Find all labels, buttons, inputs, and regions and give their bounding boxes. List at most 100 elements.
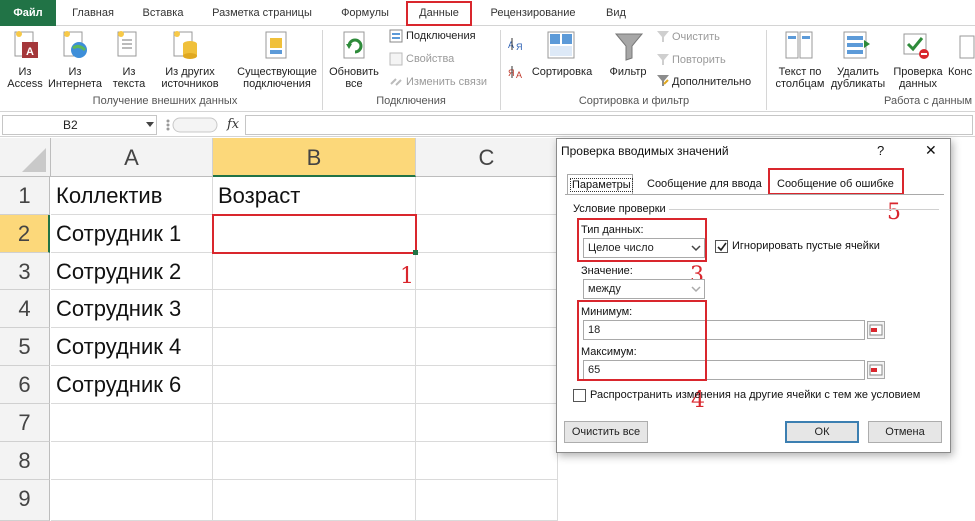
dialog-title: Проверка вводимых значений [561, 144, 729, 158]
cell-a3[interactable]: Сотрудник 2 [51, 253, 213, 290]
group-get-external-data: Получение внешних данных [92, 95, 238, 107]
cell-b6[interactable] [213, 366, 416, 404]
tab-home[interactable]: Главная [58, 0, 128, 26]
range-picker-icon[interactable] [867, 361, 885, 379]
cell-a4[interactable]: Сотрудник 3 [51, 290, 213, 328]
filter-icon[interactable] [614, 32, 644, 65]
text-to-columns-button[interactable]: Текст по столбцам [770, 66, 830, 90]
properties-button[interactable]: Свойства [406, 53, 454, 65]
cell-c4[interactable] [416, 290, 558, 328]
edit-links-button[interactable]: Изменить связи [406, 76, 487, 88]
tab-insert[interactable]: Вставка [130, 0, 196, 26]
group-connections: Подключения [376, 95, 446, 107]
existing-connections-button[interactable]: Существующие подключения [234, 66, 320, 90]
connections-button[interactable]: Подключения [406, 30, 476, 42]
row-header-5[interactable]: 5 [0, 328, 50, 366]
text-file-icon[interactable] [116, 30, 142, 65]
cell-c7[interactable] [416, 404, 558, 442]
tab-parameters[interactable]: Параметры [567, 174, 633, 194]
select-all-corner[interactable] [0, 138, 51, 177]
data-validation-button[interactable]: Проверка данных [888, 66, 948, 90]
cell-c5[interactable] [416, 328, 558, 366]
sort-button[interactable]: Сортировка [526, 66, 598, 78]
cell-a5[interactable]: Сотрудник 4 [51, 328, 213, 366]
column-header-a[interactable]: A [51, 138, 213, 177]
from-web-button[interactable]: Из Интернета [46, 66, 104, 90]
globe-icon[interactable] [62, 30, 90, 65]
tab-page-layout[interactable]: Разметка страницы [200, 0, 324, 26]
cell-c9[interactable] [416, 480, 558, 521]
row-header-6[interactable]: 6 [0, 366, 50, 404]
row-header-3[interactable]: 3 [0, 253, 50, 290]
name-box[interactable]: B2 [2, 115, 157, 135]
tab-file[interactable]: Файл [0, 0, 56, 26]
cell-b4[interactable] [213, 290, 416, 328]
consolidate-icon[interactable] [958, 34, 975, 63]
properties-icon [389, 52, 403, 69]
formula-input[interactable] [245, 115, 973, 135]
chevron-down-icon[interactable] [688, 280, 704, 298]
cell-b8[interactable] [213, 442, 416, 480]
refresh-all-button[interactable]: Обновить все [326, 66, 382, 90]
cell-c3[interactable] [416, 253, 558, 290]
filter-button[interactable]: Фильтр [600, 66, 656, 78]
from-text-button[interactable]: Из текста [106, 66, 152, 90]
cell-b5[interactable] [213, 328, 416, 366]
cell-b1[interactable]: Возраст [213, 177, 416, 215]
tab-view[interactable]: Вид [594, 0, 638, 26]
from-other-sources-button[interactable]: Из других источников [150, 66, 230, 90]
insert-function-icon[interactable]: fx [227, 117, 239, 132]
sort-az-icon[interactable]: AЯЯA [508, 36, 526, 85]
remove-duplicates-icon[interactable] [842, 30, 872, 65]
row-header-1[interactable]: 1 [0, 177, 50, 215]
sort-icon[interactable] [546, 30, 576, 65]
database-icon[interactable] [172, 30, 200, 65]
value-select[interactable]: между [583, 279, 705, 299]
clear-all-button[interactable]: Очистить все [564, 421, 648, 443]
row-header-9[interactable]: 9 [0, 480, 50, 521]
reapply-button[interactable]: Повторить [672, 54, 726, 66]
propagate-checkbox[interactable] [573, 389, 586, 402]
cell-a6[interactable]: Сотрудник 6 [51, 366, 213, 404]
tab-review[interactable]: Рецензирование [478, 0, 588, 26]
cancel-button[interactable]: Отмена [868, 421, 942, 443]
refresh-icon[interactable] [340, 30, 370, 65]
cell-a2[interactable]: Сотрудник 1 [51, 215, 213, 253]
cell-a8[interactable] [51, 442, 213, 480]
row-header-8[interactable]: 8 [0, 442, 50, 480]
cell-c2[interactable] [416, 215, 558, 253]
remove-duplicates-button[interactable]: Удалить дубликаты [826, 66, 890, 90]
group-data-tools: Работа с данным [884, 95, 973, 107]
help-button[interactable]: ? [877, 143, 884, 158]
access-icon[interactable]: A [14, 30, 40, 65]
cell-a9[interactable] [51, 480, 213, 521]
cell-b9[interactable] [213, 480, 416, 521]
consolidate-button[interactable]: Конс [948, 66, 975, 78]
cell-b3[interactable] [213, 253, 416, 290]
cell-c6[interactable] [416, 366, 558, 404]
clear-button[interactable]: Очистить [672, 31, 720, 43]
cell-a1[interactable]: Коллектив [51, 177, 213, 215]
row-header-4[interactable]: 4 [0, 290, 50, 328]
ok-button[interactable]: ОК [785, 421, 859, 443]
column-header-b[interactable]: B [213, 138, 416, 177]
text-to-columns-icon[interactable] [784, 30, 814, 65]
from-access-button[interactable]: Из Access [2, 66, 48, 90]
cell-c8[interactable] [416, 442, 558, 480]
cell-b7[interactable] [213, 404, 416, 442]
data-validation-icon[interactable] [902, 30, 932, 65]
cell-a7[interactable] [51, 404, 213, 442]
fill-handle[interactable] [413, 250, 418, 255]
row-header-7[interactable]: 7 [0, 404, 50, 442]
close-icon[interactable]: ✕ [925, 142, 937, 159]
row-header-2[interactable]: 2 [0, 215, 50, 253]
ignore-blank-checkbox[interactable] [715, 240, 728, 253]
tab-formulas[interactable]: Формулы [330, 0, 400, 26]
tab-input-message[interactable]: Сообщение для ввода [647, 178, 762, 190]
name-box-dropdown-icon[interactable] [146, 119, 154, 127]
cell-c1[interactable] [416, 177, 558, 215]
column-header-c[interactable]: C [416, 138, 558, 177]
existing-connections-icon[interactable] [262, 30, 292, 65]
range-picker-icon[interactable] [867, 321, 885, 339]
advanced-button[interactable]: Дополнительно [672, 76, 751, 88]
